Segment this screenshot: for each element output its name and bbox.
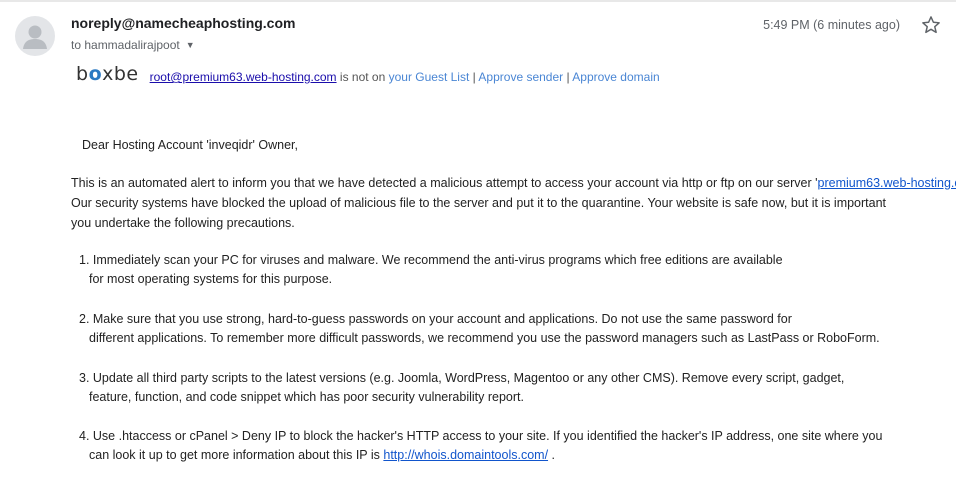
list-item: 3. Update all third party scripts to the… xyxy=(79,371,845,404)
list-item: 1. Immediately scan your PC for viruses … xyxy=(79,253,783,286)
list-item: 2. Make sure that you use strong, hard-t… xyxy=(79,312,880,345)
boxbe-banner: boxbe root@premium63.web-hosting.com is … xyxy=(76,63,660,88)
whois-link[interactable]: http://whois.domaintools.com/ xyxy=(383,448,548,462)
approve-domain-link[interactable]: Approve domain xyxy=(572,70,659,84)
sender-email[interactable]: noreply@namecheaphosting.com xyxy=(71,15,295,31)
boxbe-notice: root@premium63.web-hosting.com is not on… xyxy=(149,70,660,84)
list-item: 4. Use .htaccess or cPanel > Deny IP to … xyxy=(79,429,883,462)
greeting: Dear Hosting Account 'inveqidr' Owner, xyxy=(82,138,298,152)
recipient-line[interactable]: to hammadalirajpoot ▼ xyxy=(71,38,195,52)
boxbe-sender-link[interactable]: root@premium63.web-hosting.com xyxy=(150,70,337,84)
top-divider xyxy=(0,0,956,2)
approve-sender-link[interactable]: Approve sender xyxy=(478,70,563,84)
star-icon[interactable] xyxy=(920,14,942,36)
chevron-down-icon[interactable]: ▼ xyxy=(186,40,195,50)
sender-avatar[interactable] xyxy=(15,16,55,56)
recipient-label: to hammadalirajpoot xyxy=(71,38,180,52)
boxbe-logo: boxbe xyxy=(76,63,139,85)
alert-paragraph: This is an automated alert to inform you… xyxy=(71,173,956,233)
server-link[interactable]: premium63.web-hosting.com xyxy=(818,176,956,190)
person-icon xyxy=(23,25,47,49)
guest-list-link[interactable]: your Guest List xyxy=(389,70,470,84)
message-time: 5:49 PM (6 minutes ago) xyxy=(763,18,900,32)
